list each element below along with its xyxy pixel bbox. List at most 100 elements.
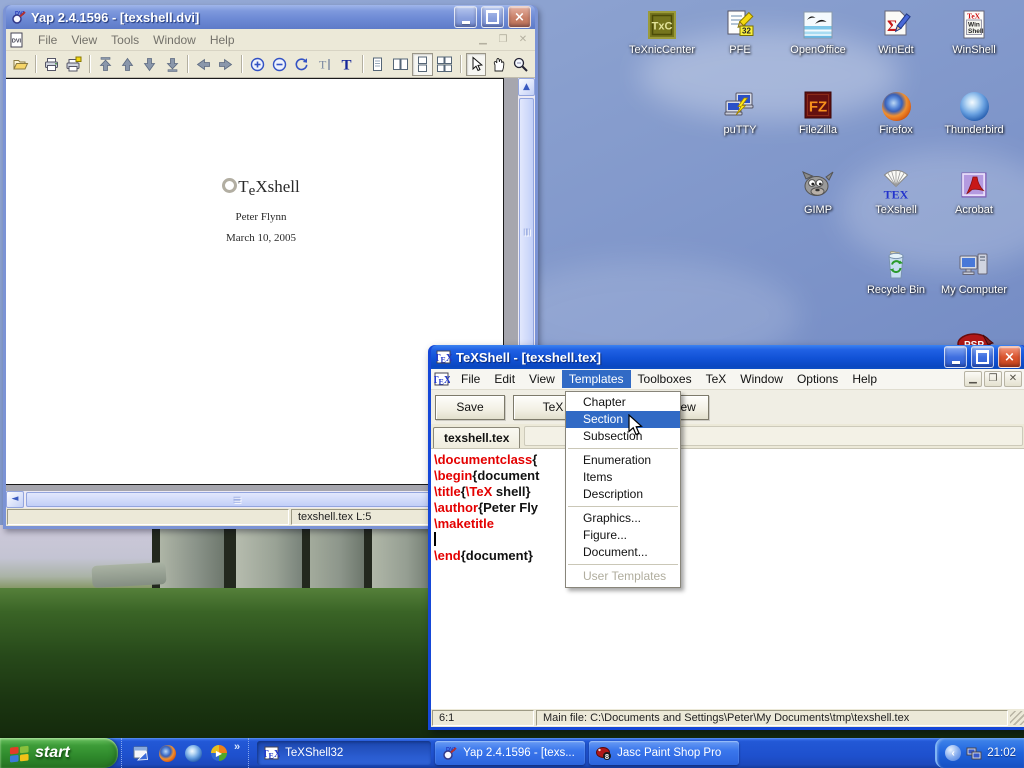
desktop-icon-acrobat[interactable]: Acrobat (936, 168, 1012, 216)
print-icon[interactable] (41, 53, 61, 76)
yap-menu-file[interactable]: File (31, 31, 64, 49)
menu-item-graphics[interactable]: Graphics... (566, 510, 680, 527)
texshell-menu-file[interactable]: File (454, 370, 487, 388)
single-page-icon[interactable] (368, 53, 388, 76)
continuous-double-icon[interactable] (435, 53, 455, 76)
texshell-menu-window[interactable]: Window (733, 370, 790, 388)
desktop-icon-filezilla[interactable]: FZFileZilla (780, 88, 856, 136)
menu-item-description[interactable]: Description (566, 486, 680, 503)
close-button[interactable]: × (998, 346, 1021, 368)
tab-texshell-tex[interactable]: texshell.tex (433, 427, 520, 448)
minimize-button[interactable] (454, 6, 477, 28)
ruler-icon[interactable]: T (314, 53, 334, 76)
back-icon[interactable] (193, 53, 213, 76)
save-button[interactable]: Save (435, 395, 505, 420)
desktop-icon-pfe[interactable]: 32PFE (702, 8, 778, 56)
desktop-icon-openoffice[interactable]: OpenOffice (780, 8, 856, 56)
menu-item-section[interactable]: Section (566, 411, 680, 428)
yap-menu-help[interactable]: Help (203, 31, 242, 49)
texshell-menu-edit[interactable]: Edit (487, 370, 522, 388)
desktop-icon-mycomputer[interactable]: My Computer (936, 248, 1012, 296)
hand-tool-icon[interactable] (488, 53, 508, 76)
resize-grip[interactable] (1010, 711, 1024, 725)
texshell-menu-templates[interactable]: Templates (562, 370, 631, 388)
desktop-icon-texshell[interactable]: TEXTeXshell (858, 168, 934, 216)
last-page-icon[interactable] (162, 53, 182, 76)
svg-text:TEX: TEX (434, 375, 450, 387)
menu-item-document[interactable]: Document... (566, 544, 680, 561)
maximize-button[interactable] (481, 6, 504, 28)
zoom-in-icon[interactable] (247, 53, 267, 76)
desktop-icon-recyclebin[interactable]: Recycle Bin (858, 248, 934, 296)
desktop-icon-firefox[interactable]: Firefox (858, 88, 934, 136)
firefox-icon[interactable] (159, 745, 176, 762)
texshell-titlebar[interactable]: TEX TeXShell - [texshell.tex] × (431, 345, 1024, 369)
media-player-icon[interactable]: ▶ (211, 745, 227, 761)
mdi-restore-icon[interactable]: ❐ (494, 32, 512, 48)
desktop-icon-label: TeXnicCenter (624, 44, 700, 56)
texshell-menu-options[interactable]: Options (790, 370, 845, 388)
minimize-button[interactable] (944, 346, 967, 368)
menu-item-chapter[interactable]: Chapter (566, 394, 680, 411)
desktop-icon-thunderbird[interactable]: Thunderbird (936, 88, 1012, 136)
stonehenge-stone (236, 525, 302, 592)
scrollbar-thumb[interactable] (26, 492, 448, 507)
double-page-icon[interactable] (390, 53, 410, 76)
mdi-minimize-icon[interactable]: ▁ (964, 371, 982, 387)
text-icon[interactable]: T (336, 53, 356, 76)
desktop-icon-gimp[interactable]: GIMP (780, 168, 856, 216)
select-tool-icon[interactable] (466, 53, 486, 76)
texshell-menu-toolboxes[interactable]: Toolboxes (631, 370, 699, 388)
desktop-icon-winedt[interactable]: ΣWinEdt (858, 8, 934, 56)
forward-icon[interactable] (216, 53, 236, 76)
desktop-icon-label: My Computer (936, 284, 1012, 296)
mdi-close-icon[interactable]: ✕ (1004, 371, 1022, 387)
yap-menu-tools[interactable]: Tools (104, 31, 146, 49)
first-page-icon[interactable] (95, 53, 115, 76)
texshell-menu-tex[interactable]: TeX (699, 370, 734, 388)
menu-item-figure[interactable]: Figure... (566, 527, 680, 544)
yap-menu-view[interactable]: View (64, 31, 104, 49)
print-setup-icon[interactable] (64, 53, 84, 76)
tray-chevron-icon[interactable]: ‹ (945, 745, 961, 761)
taskbar-task-texshell32[interactable]: TEXTeXShell32 (257, 741, 431, 765)
next-page-icon[interactable] (140, 53, 160, 76)
mdi-close-icon[interactable]: ✕ (514, 32, 532, 48)
continuous-page-icon[interactable] (412, 53, 432, 76)
scroll-left-icon[interactable]: ◄ (6, 491, 24, 508)
editor-textarea[interactable]: \documentclass{\begin{document\title{\Te… (431, 449, 1024, 709)
scroll-up-icon[interactable]: ▲ (518, 78, 535, 96)
yap-titlebar[interactable]: DVI Yap 2.4.1596 - [texshell.dvi] × (6, 5, 535, 29)
yap-menu-window[interactable]: Window (146, 31, 203, 49)
thunderbird-icon[interactable] (185, 745, 202, 762)
yap-icon: DVI (442, 745, 458, 761)
thunderbird-icon (936, 88, 1012, 121)
show-desktop-icon[interactable] (132, 744, 150, 762)
mdi-minimize-icon[interactable]: ▁ (474, 32, 492, 48)
magnifier-tool-icon[interactable] (511, 53, 531, 76)
taskbar-task-yap-2-4-1596-texs[interactable]: DVIYap 2.4.1596 - [texs... (435, 741, 585, 765)
menu-item-user-templates[interactable]: User Templates (566, 568, 680, 585)
putty-icon (702, 88, 778, 121)
menu-item-enumeration[interactable]: Enumeration (566, 452, 680, 469)
texshell-menu-help[interactable]: Help (845, 370, 884, 388)
menu-item-items[interactable]: Items (566, 469, 680, 486)
quick-launch-overflow-chevron[interactable]: » (234, 741, 240, 753)
maximize-button[interactable] (971, 346, 994, 368)
open-file-icon[interactable] (10, 53, 30, 76)
refresh-icon[interactable] (292, 53, 312, 76)
close-button[interactable]: × (508, 6, 531, 28)
desktop-icon-label: TeXshell (858, 204, 934, 216)
desktop-icon-putty[interactable]: puTTY (702, 88, 778, 136)
zoom-out-icon[interactable] (269, 53, 289, 76)
desktop-icon-texniccenter[interactable]: TxCTeXnicCenter (624, 8, 700, 56)
start-button[interactable]: start (0, 738, 118, 768)
desktop-icon-winshell[interactable]: TeXWinShellWinShell (936, 8, 1012, 56)
scrollbar-thumb[interactable] (519, 98, 534, 366)
menu-item-subsection[interactable]: Subsection (566, 428, 680, 445)
previous-page-icon[interactable] (117, 53, 137, 76)
network-icon[interactable] (966, 745, 982, 761)
texshell-menu-view[interactable]: View (522, 370, 562, 388)
taskbar-task-jasc-paint-shop-pro[interactable]: 8Jasc Paint Shop Pro (589, 741, 739, 765)
mdi-restore-icon[interactable]: ❐ (984, 371, 1002, 387)
